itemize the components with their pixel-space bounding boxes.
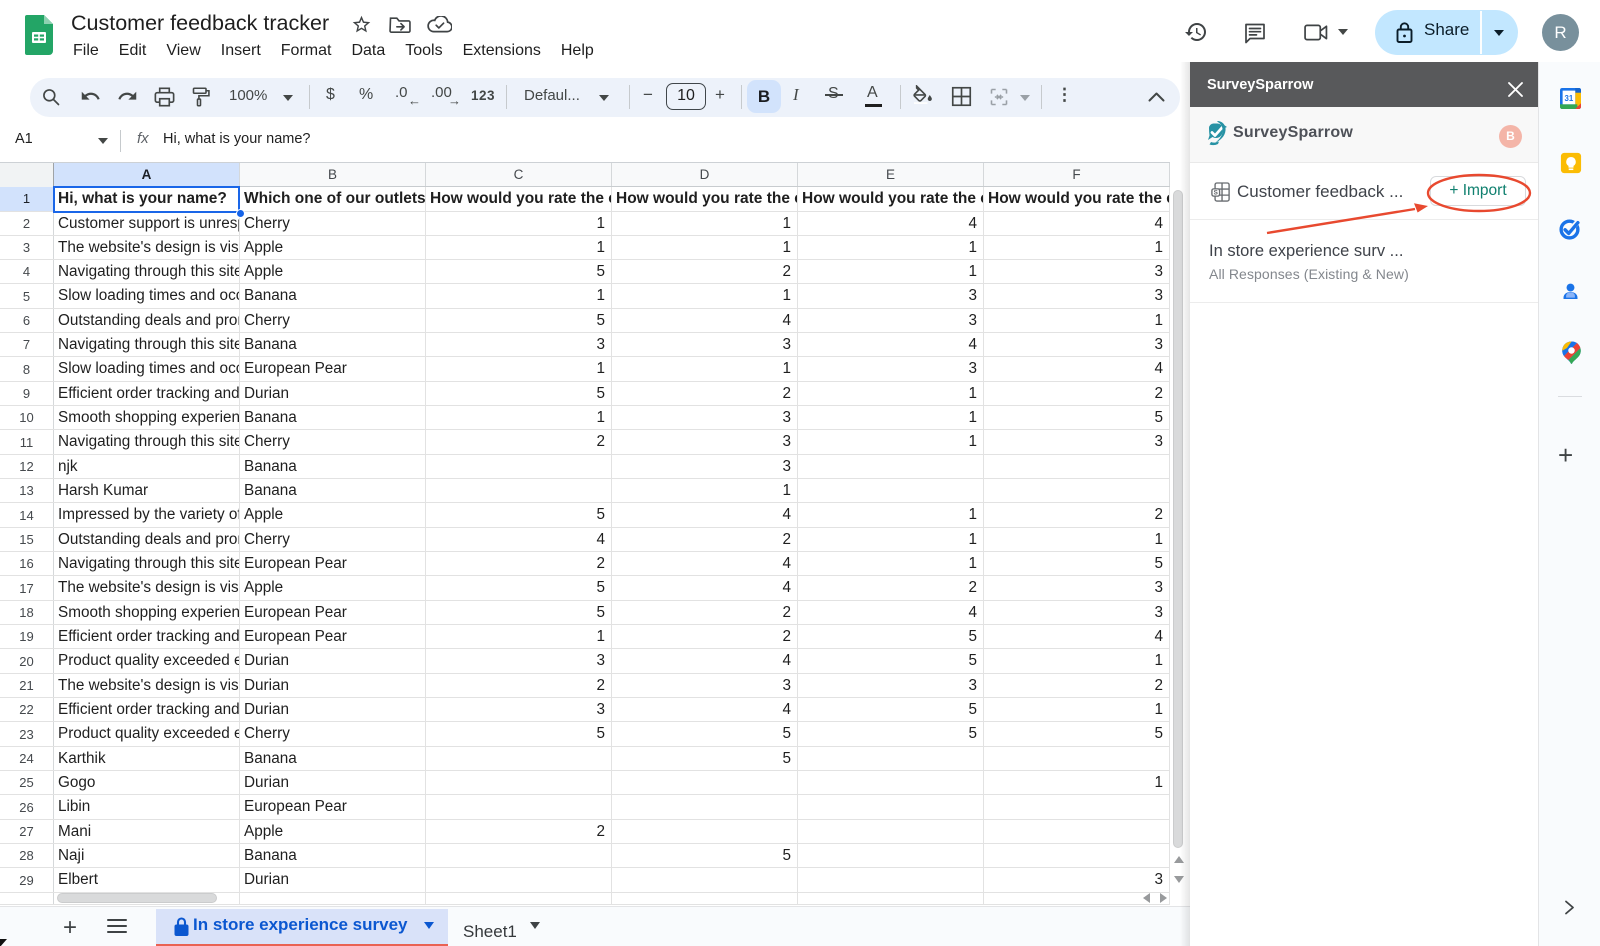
svg-text:S: S — [1214, 189, 1218, 196]
svg-text:31: 31 — [1565, 94, 1574, 103]
